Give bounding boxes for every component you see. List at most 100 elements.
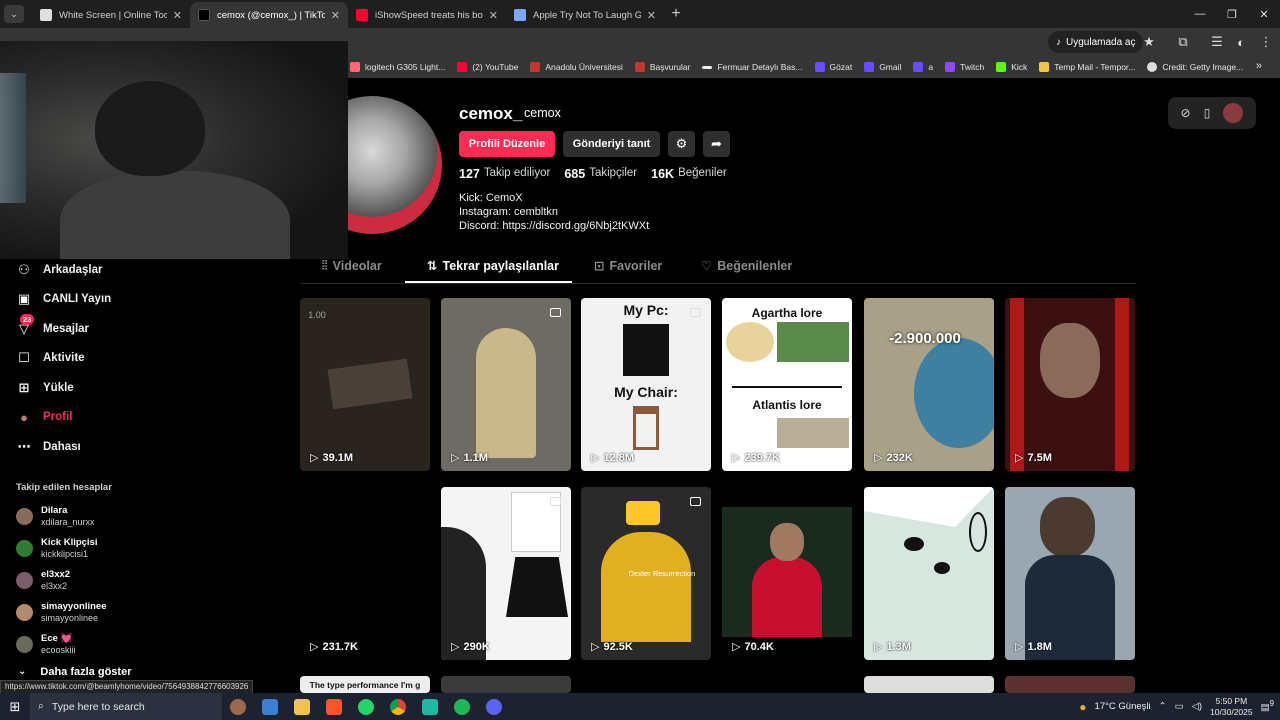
bookmark[interactable]: Kick [996, 62, 1027, 72]
bookmark[interactable]: Fermuar Detaylı Bas... [702, 62, 803, 72]
video-card[interactable] [441, 676, 571, 693]
video-card[interactable] [1005, 676, 1135, 693]
menu-icon[interactable]: ⋮ [1258, 34, 1274, 50]
tab-favorites[interactable]: ⊡ Favoriler [594, 258, 662, 274]
close-icon[interactable]: ✕ [331, 9, 340, 22]
bookmark[interactable]: Anadolu Üniversitesi [530, 62, 623, 72]
windows-start-icon[interactable]: ⊞ [0, 693, 30, 720]
taskbar-app-chrome[interactable] [382, 693, 414, 720]
profile-tabs: ⦙⦙ Videolar ⇅ Tekrar paylaşılanlar ⊡ Favori… [300, 254, 1136, 284]
avatar[interactable] [1223, 103, 1244, 123]
new-tab-button[interactable]: + [664, 2, 688, 26]
video-card[interactable]: Agartha lore Atlantis lore ▷ 239.7K [722, 298, 852, 471]
bookmark[interactable]: logitech G305 Light... [350, 62, 445, 72]
bio-link[interactable]: Discord: https://discord.gg/6Nbj2tKWXt [459, 219, 649, 233]
video-card[interactable]: ▷ 7.5M [1005, 298, 1135, 471]
close-icon[interactable]: ✕ [173, 9, 182, 22]
bookmark[interactable]: Gözat [814, 62, 852, 72]
bookmark[interactable]: a [913, 62, 933, 72]
tab-title: cemox (@cemox_) | TikTok [217, 9, 325, 21]
coins-icon[interactable]: ⊘ [1181, 106, 1191, 120]
tab-reposts[interactable]: ⇅ Tekrar paylaşılanlar [427, 258, 559, 274]
extensions-icon[interactable]: ⧉ [1175, 34, 1191, 50]
video-card[interactable]: ▷ 1.8M [1005, 487, 1135, 660]
browser-tab[interactable]: White Screen | Online Tool ✕ [32, 2, 190, 28]
sidebar-item-upload[interactable]: ⊞ Yükle [0, 373, 170, 403]
sidebar-item-profile[interactable]: ● Profil [0, 403, 170, 433]
sidebar-item-label: Profil [43, 411, 73, 424]
tab-search-button[interactable]: ⌄ [4, 5, 24, 23]
clock[interactable]: 5:50 PM 10/30/2025 [1210, 696, 1253, 718]
browser-tab[interactable]: Apple Try Not To Laugh GIF - Fi ✕ [506, 2, 664, 28]
sidebar-item-friends[interactable]: ⚇ Arkadaşlar [0, 255, 170, 285]
profile-avatar[interactable] [348, 96, 442, 234]
sidebar-item-live[interactable]: ▣ CANLI Yayın [0, 285, 170, 315]
taskbar-app-discord[interactable] [478, 693, 510, 720]
browser-tab[interactable]: iShowSpeed treats his bodygua ✕ [348, 2, 506, 28]
taskbar-app-widget[interactable] [222, 693, 254, 720]
taskbar-app[interactable] [254, 693, 286, 720]
video-card[interactable]: ▷ 70.4K [722, 487, 852, 660]
weather-text[interactable]: 17°C Güneşli [1095, 701, 1151, 712]
promote-post-button[interactable]: Gönderiyi tanıt [563, 131, 660, 157]
play-icon: ▷ [451, 452, 460, 464]
chevron-up-icon[interactable]: ⌃ [1159, 701, 1167, 712]
close-window-icon[interactable]: ✕ [1248, 0, 1280, 28]
close-icon[interactable]: ✕ [647, 9, 656, 22]
close-icon[interactable]: ✕ [489, 9, 498, 22]
video-card[interactable]: ▷ 290K [441, 487, 571, 660]
sidebar-item-messages[interactable]: ▽ 23 Mesajlar [0, 314, 170, 344]
video-card[interactable]: My Pc: My Chair: ▷ 12.8M [581, 298, 711, 471]
video-card[interactable]: 1.00 ▷ 39.1M [300, 298, 430, 471]
minimize-icon[interactable]: — [1184, 0, 1216, 28]
bookmark-label: Twitch [960, 62, 985, 72]
followed-account[interactable]: Kick Klipçisi kickklipcisi1 [0, 533, 170, 565]
share-icon[interactable]: ➦ [703, 131, 730, 157]
profile-avatar-icon[interactable]: ◐ [1233, 34, 1249, 50]
settings-icon[interactable]: ⚙ [668, 131, 695, 157]
notification-icon[interactable]: ▤9 [1261, 699, 1274, 713]
video-card[interactable]: ▷ 231.7K [300, 487, 430, 660]
video-card[interactable]: The type performance I'm g [300, 676, 430, 693]
media-icon[interactable]: ☰ [1209, 34, 1225, 50]
taskbar-app[interactable] [414, 693, 446, 720]
tab-videos[interactable]: ⦙⦙ Videolar [322, 258, 382, 273]
video-card[interactable]: ▷ 1.3M [864, 487, 994, 660]
taskbar-app-whatsapp[interactable] [350, 693, 382, 720]
followed-account[interactable]: simayyonlinee simayyonlinee [0, 597, 170, 629]
edit-profile-button[interactable]: Profili Düzenle [459, 131, 555, 157]
sidebar-item-activity[interactable]: ☐ Aktivite [0, 344, 170, 374]
open-in-app-button[interactable]: ♪ Uygulamada aç [1048, 31, 1144, 53]
bookmark[interactable]: Gmail [864, 62, 901, 72]
followed-account[interactable]: el3xx2 el3xx2 [0, 565, 170, 597]
video-card[interactable]: ▷ 1.1M [441, 298, 571, 471]
sidebar-item-more[interactable]: ⋯ Dahası [0, 432, 170, 462]
video-card[interactable]: -2.900.000 ▷ 232K [864, 298, 994, 471]
volume-icon[interactable]: ◁) [1192, 701, 1202, 712]
video-caption: Atlantis lore [752, 398, 822, 412]
following-label[interactable]: Takip ediliyor [484, 167, 550, 181]
taskbar-search[interactable]: ⌕ Type here to search [30, 693, 222, 720]
video-card[interactable]: Dexter Resurrection ▷ 92.5K [581, 487, 711, 660]
taskbar-app-brave[interactable] [318, 693, 350, 720]
followers-label[interactable]: Takipçiler [589, 167, 637, 181]
restore-icon[interactable]: ❐ [1216, 0, 1248, 28]
bookmark[interactable]: (2) YouTube [457, 62, 518, 72]
network-icon[interactable]: ▭ [1175, 701, 1184, 712]
bookmark[interactable]: Twitch [945, 62, 984, 72]
bookmark[interactable]: Temp Mail - Tempor... [1039, 62, 1135, 72]
tab-liked[interactable]: ♡ Beğenilenler [701, 258, 792, 274]
device-icon[interactable]: ▯ [1204, 106, 1211, 120]
star-icon[interactable]: ★ [1141, 34, 1157, 50]
taskbar-app-explorer[interactable] [286, 693, 318, 720]
bookmark-label: Fermuar Detaylı Bas... [717, 62, 803, 72]
browser-tab-active[interactable]: cemox (@cemox_) | TikTok ✕ [190, 2, 348, 28]
chevron-right-icon[interactable]: » [1256, 60, 1262, 72]
bookmark[interactable]: Credit: Getty Image... [1147, 62, 1243, 72]
taskbar-app-spotify[interactable] [446, 693, 478, 720]
video-card[interactable] [864, 676, 994, 693]
followed-account[interactable]: Ece 💓 ecooskiii [0, 629, 170, 661]
followed-account[interactable]: Dilara xdilara_nurxx [0, 501, 170, 533]
sidebar-item-label: Arkadaşlar [43, 263, 103, 276]
bookmark[interactable]: Başvurular [634, 62, 690, 72]
